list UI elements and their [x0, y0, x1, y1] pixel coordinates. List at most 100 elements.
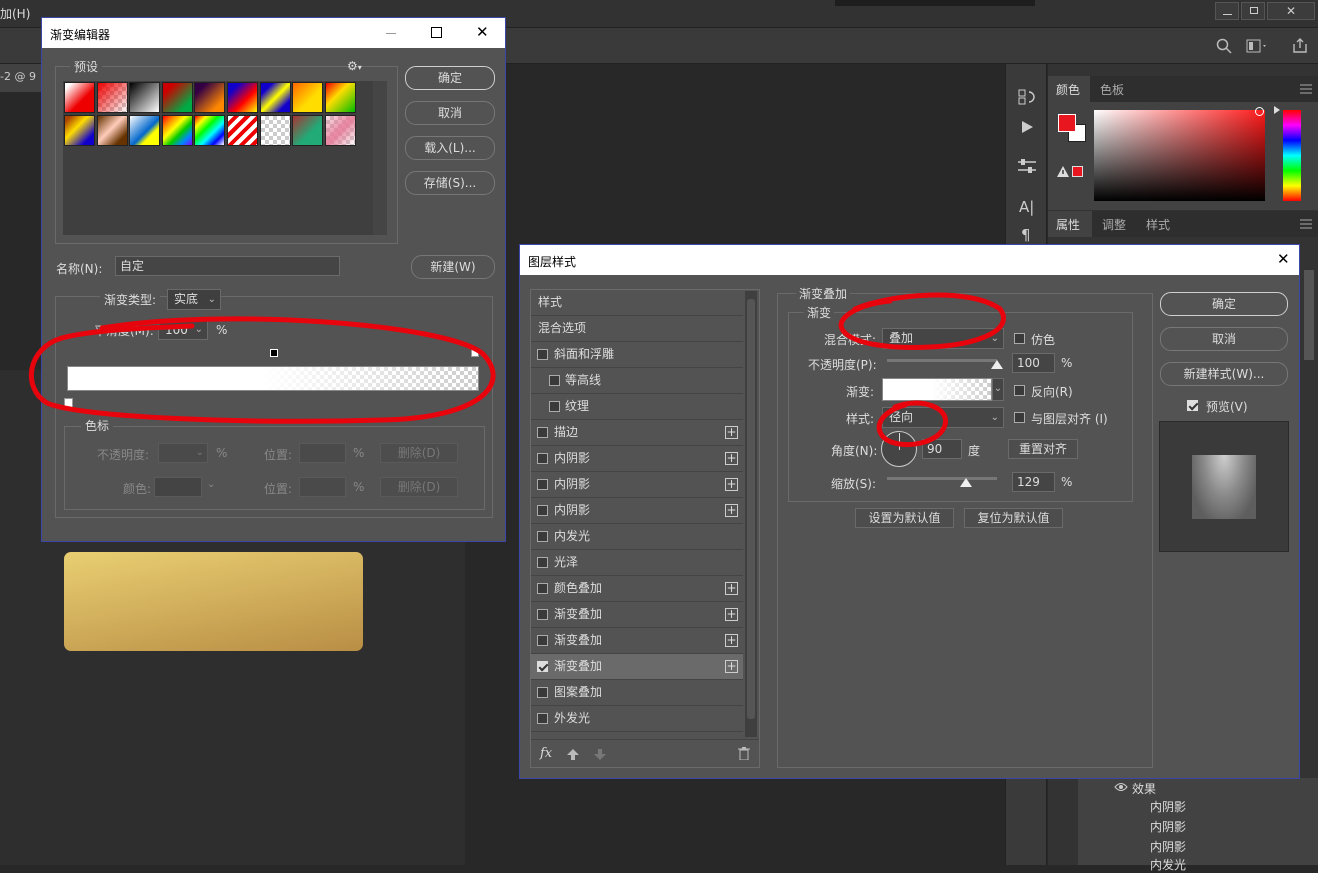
style-list-item[interactable]: 斜面和浮雕: [531, 342, 743, 368]
style-list-checkbox[interactable]: [537, 661, 548, 672]
dither-checkbox[interactable]: [1014, 333, 1025, 344]
style-list-item[interactable]: 等高线: [531, 368, 743, 394]
opacity-input[interactable]: 100: [1012, 353, 1055, 373]
eye-icon[interactable]: [1114, 782, 1128, 792]
scale-slider-track[interactable]: [887, 477, 997, 480]
history-icon[interactable]: [1018, 88, 1036, 106]
move-up-icon[interactable]: [567, 749, 579, 760]
preset-gradient-swatch[interactable]: [129, 82, 161, 113]
style-list-item[interactable]: 内阴影 +: [531, 472, 743, 498]
panel-menu-icon-2[interactable]: [1300, 219, 1312, 229]
style-list-item[interactable]: 纹理: [531, 394, 743, 420]
close-window-button[interactable]: ✕: [1267, 2, 1315, 20]
paragraph-icon[interactable]: ¶: [1021, 226, 1031, 244]
blending-options-item[interactable]: 混合选项: [531, 316, 743, 342]
stop-color-delete-button[interactable]: 删除(D): [380, 477, 458, 497]
preset-gradient-swatch[interactable]: [96, 115, 128, 146]
tab-styles-label[interactable]: 样式: [1146, 216, 1170, 233]
panel-menu-icon[interactable]: [1300, 84, 1312, 94]
style-list-item[interactable]: 图案叠加: [531, 680, 743, 706]
move-down-icon[interactable]: [594, 749, 606, 760]
make-default-button[interactable]: 设置为默认值: [855, 508, 954, 528]
preset-gradient-swatch[interactable]: [259, 115, 291, 146]
style-list-checkbox[interactable]: [537, 609, 548, 620]
preset-gradient-swatch[interactable]: [194, 115, 226, 146]
name-input[interactable]: 自定: [115, 256, 340, 276]
style-list-checkbox[interactable]: [537, 557, 548, 568]
stop-color-location-input[interactable]: [299, 477, 346, 497]
actions-play-icon[interactable]: [1020, 120, 1034, 134]
workspace-icon[interactable]: [1246, 39, 1268, 53]
style-list-item[interactable]: 内阴影 +: [531, 498, 743, 524]
style-list-scrollbar[interactable]: [745, 291, 757, 737]
layer-effect-item[interactable]: 内阴影: [1150, 838, 1186, 855]
scale-input[interactable]: 129: [1012, 472, 1055, 492]
preset-gradient-swatch[interactable]: [161, 115, 193, 146]
maximize-icon[interactable]: [431, 27, 442, 38]
close-icon[interactable]: ✕: [476, 23, 489, 41]
layer-style-titlebar[interactable]: [520, 245, 1299, 275]
fx-icon[interactable]: fx: [540, 746, 552, 761]
preset-gradient-swatch[interactable]: [324, 115, 356, 146]
character-icon[interactable]: A|: [1019, 198, 1034, 216]
style-list-item[interactable]: 渐变叠加 +: [531, 654, 743, 680]
reset-alignment-button[interactable]: 重置对齐: [1008, 439, 1078, 459]
save-button[interactable]: 存储(S)...: [405, 171, 495, 195]
color-field-picker[interactable]: [1255, 107, 1264, 116]
right-scrollbar[interactable]: [1304, 270, 1314, 360]
cancel-button[interactable]: 取消: [405, 101, 495, 125]
adjust-sliders-icon[interactable]: [1017, 158, 1037, 174]
style-list-item[interactable]: 渐变叠加 +: [531, 628, 743, 654]
preset-gradient-swatch[interactable]: [194, 82, 226, 113]
style-list-checkbox[interactable]: [537, 453, 548, 464]
gamut-warning-icon[interactable]: [1057, 166, 1069, 177]
add-style-icon[interactable]: +: [725, 504, 738, 517]
stop-opacity-delete-button[interactable]: 删除(D): [380, 443, 458, 463]
style-list-checkbox[interactable]: [537, 687, 548, 698]
minimize-icon[interactable]: [386, 33, 396, 34]
cancel-button[interactable]: 取消: [1160, 327, 1288, 351]
add-style-icon[interactable]: +: [725, 608, 738, 621]
preset-gradient-swatch[interactable]: [129, 115, 161, 146]
gradient-type-select[interactable]: 实底 ⌄: [167, 289, 221, 310]
styles-header[interactable]: 样式: [531, 290, 743, 316]
gamut-color-swatch[interactable]: [1072, 166, 1083, 177]
add-style-icon[interactable]: +: [725, 660, 738, 673]
tab-swatches-label[interactable]: 色板: [1100, 81, 1124, 98]
align-with-layer-checkbox[interactable]: [1014, 412, 1025, 423]
style-list-item[interactable]: 描边 +: [531, 420, 743, 446]
presets-scrollbar[interactable]: [373, 81, 387, 235]
menu-item-fragment[interactable]: 加(H): [0, 5, 30, 22]
reset-default-button[interactable]: 复位为默认值: [964, 508, 1063, 528]
ok-button[interactable]: 确定: [1160, 292, 1288, 316]
load-button[interactable]: 载入(L)...: [405, 136, 495, 160]
style-list-checkbox[interactable]: [537, 349, 548, 360]
add-style-icon[interactable]: +: [725, 426, 738, 439]
style-list-checkbox[interactable]: [537, 427, 548, 438]
new-button[interactable]: 新建(W): [411, 255, 495, 279]
style-list-item[interactable]: 渐变叠加 +: [531, 602, 743, 628]
hue-slider[interactable]: [1283, 110, 1301, 201]
stop-opacity-location-input[interactable]: [299, 443, 346, 463]
add-style-icon[interactable]: +: [725, 582, 738, 595]
gradient-swatch-dropdown[interactable]: ⌄: [992, 378, 1004, 401]
layer-effect-item[interactable]: 内阴影: [1150, 798, 1186, 815]
stop-color-swatch[interactable]: [154, 477, 202, 497]
preset-gradient-swatch[interactable]: [64, 82, 95, 113]
restore-window-button[interactable]: [1241, 2, 1265, 20]
foreground-color-swatch[interactable]: [1058, 114, 1076, 132]
style-list-item[interactable]: 颜色叠加 +: [531, 576, 743, 602]
style-list-checkbox[interactable]: [549, 375, 560, 386]
style-list-checkbox[interactable]: [549, 401, 560, 412]
search-icon[interactable]: [1216, 38, 1232, 54]
add-style-icon[interactable]: +: [725, 478, 738, 491]
style-list-checkbox[interactable]: [537, 479, 548, 490]
add-style-icon[interactable]: +: [725, 452, 738, 465]
trash-icon[interactable]: [738, 747, 750, 760]
add-style-icon[interactable]: +: [725, 634, 738, 647]
scale-slider-thumb[interactable]: [960, 478, 973, 487]
layer-effect-item[interactable]: 内阴影: [1150, 818, 1186, 835]
preset-gradient-swatch[interactable]: [96, 82, 128, 113]
preset-gradient-swatch[interactable]: [292, 82, 324, 113]
gear-icon[interactable]: ⚙▾: [347, 59, 362, 73]
